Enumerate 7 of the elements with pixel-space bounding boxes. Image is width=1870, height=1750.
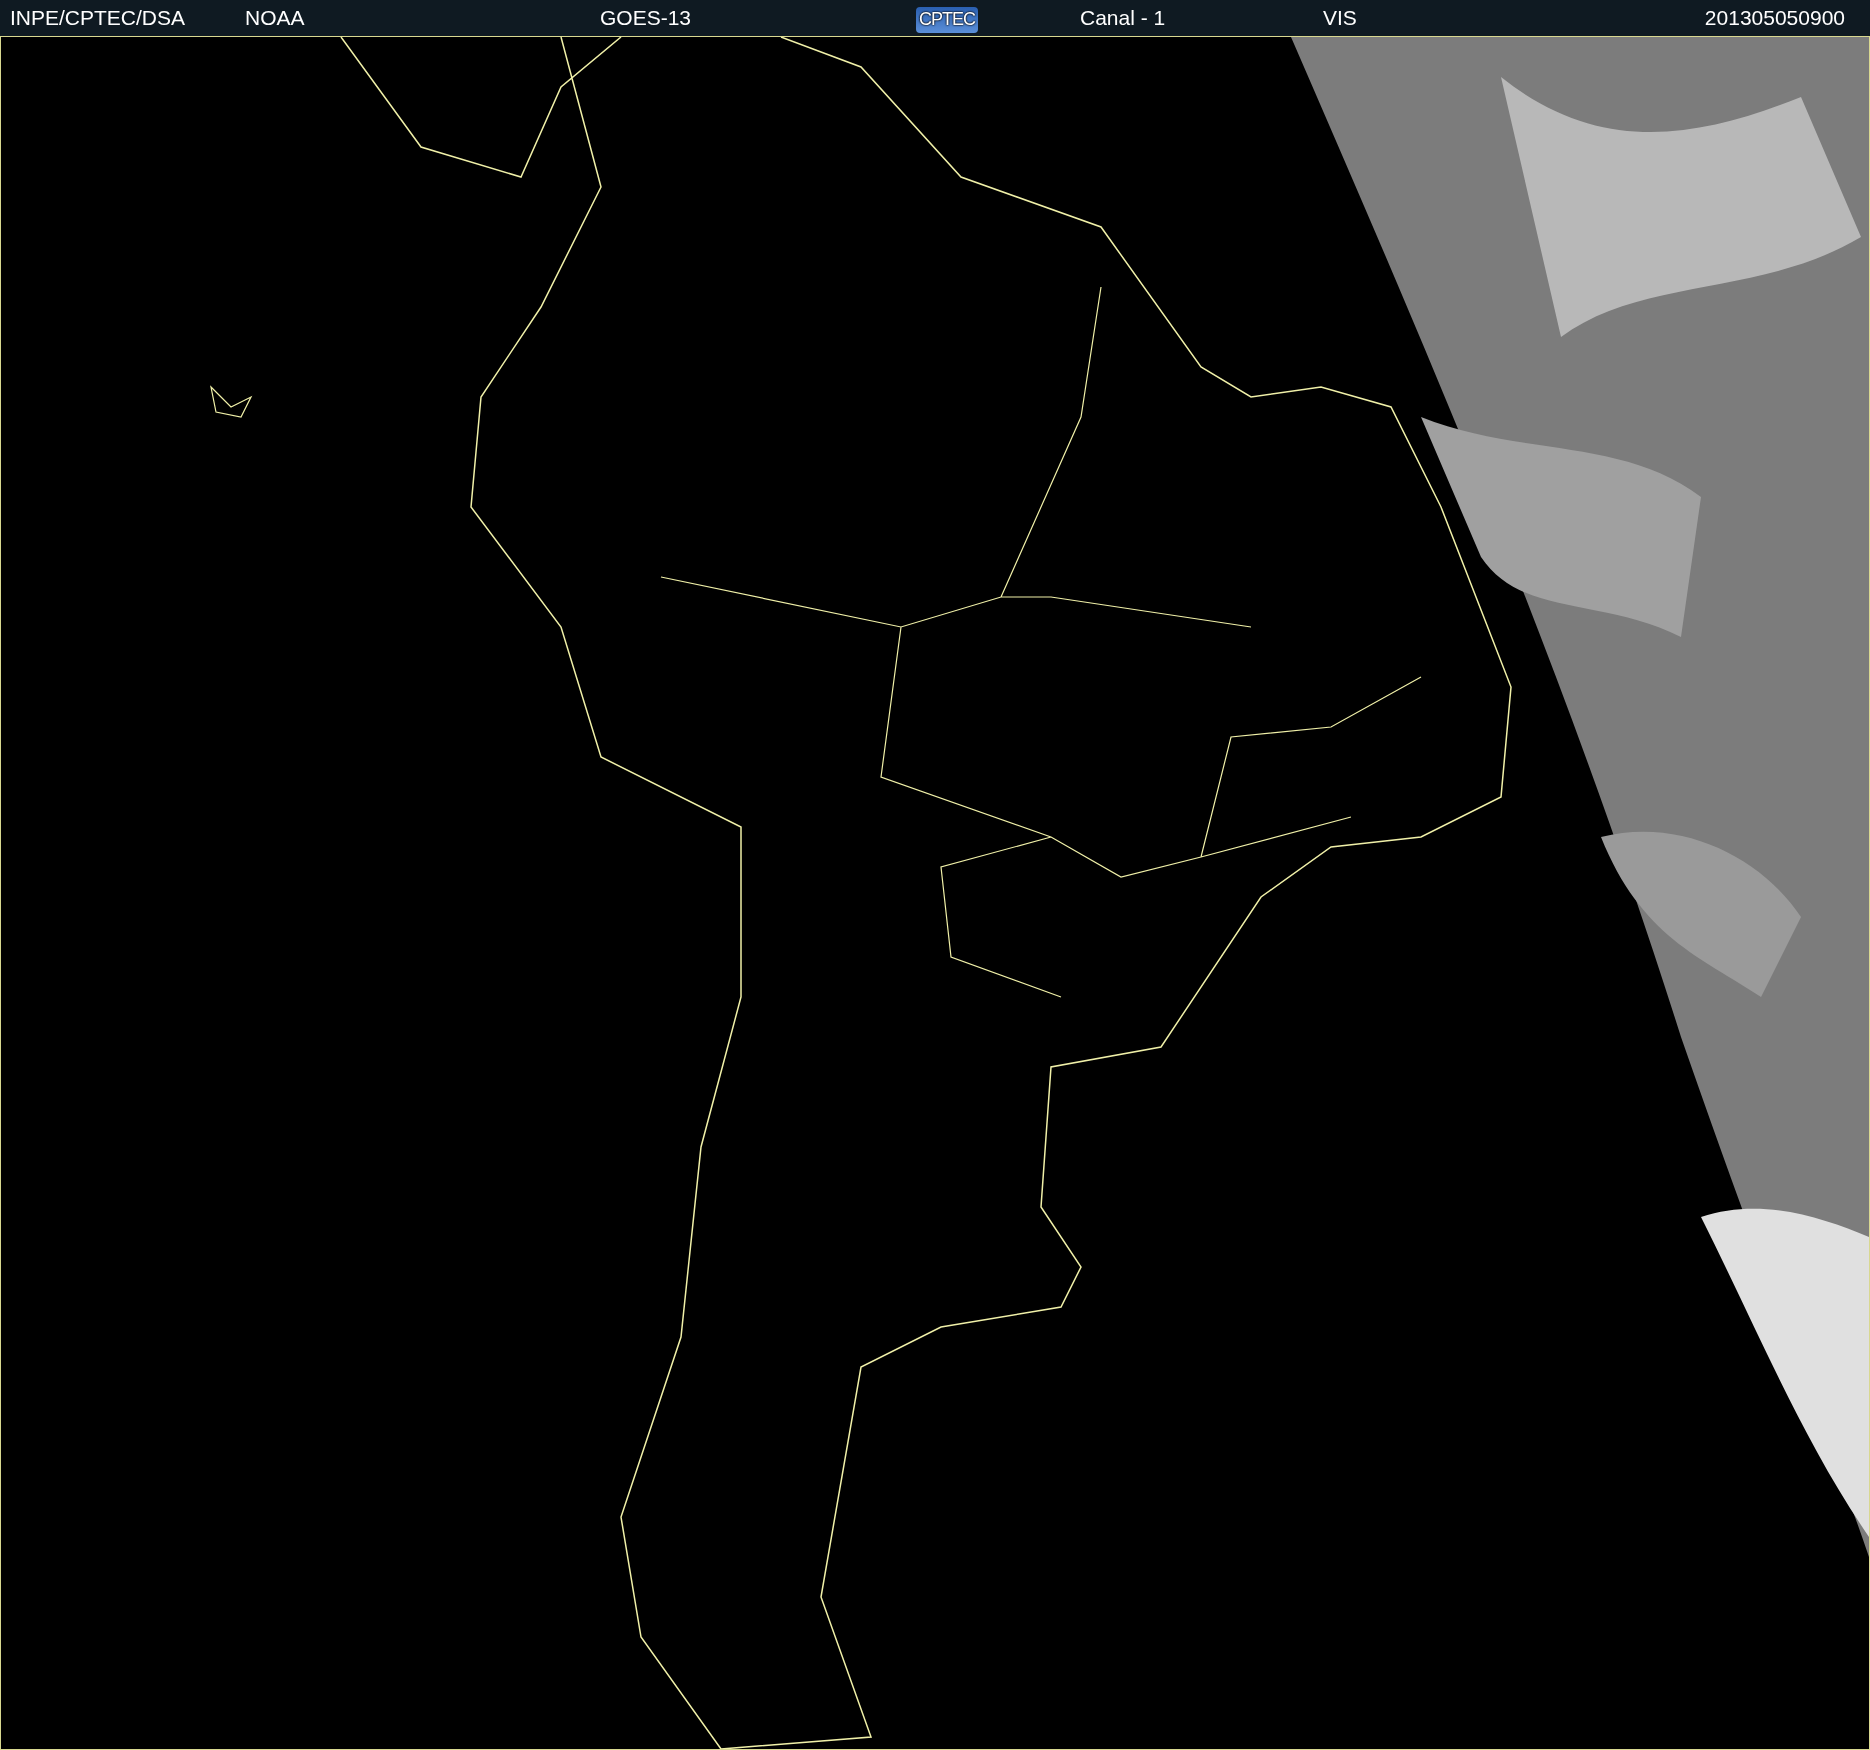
header-label: GOES-13 xyxy=(600,6,692,30)
header-label: VIS xyxy=(1323,6,1357,30)
header-label: 201305050900 xyxy=(1704,6,1845,30)
logo: CPTEC xyxy=(916,7,978,33)
header-label: INPE/CPTEC/DSA xyxy=(10,6,186,30)
header-label: NOAA xyxy=(245,6,305,30)
header-label: Canal - 1 xyxy=(1080,6,1166,30)
